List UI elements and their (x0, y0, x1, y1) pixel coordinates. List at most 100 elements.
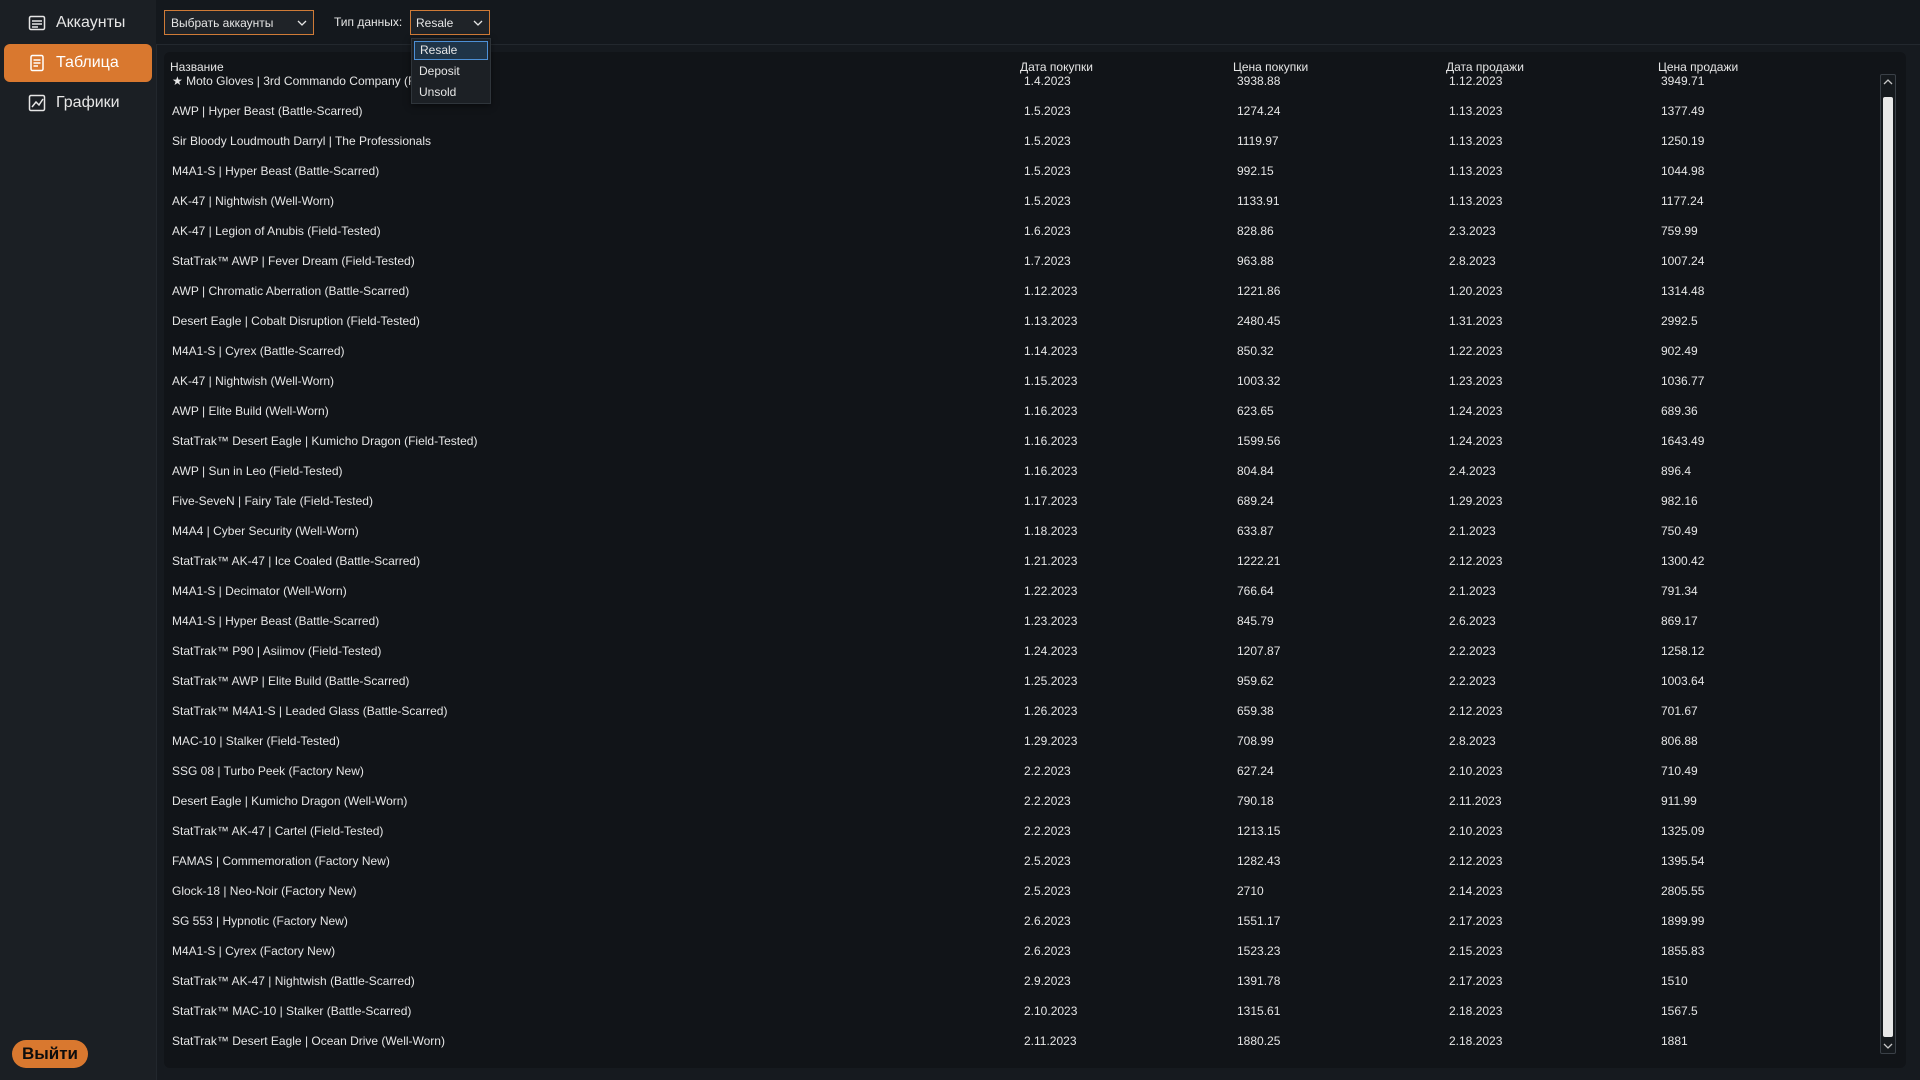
table-row[interactable]: FAMAS | Commemoration (Factory New) 2.5.2… (164, 854, 1864, 884)
data-type-select[interactable]: Resale (410, 10, 490, 35)
cell-sell-date: 1.24.2023 (1449, 434, 1503, 448)
cell-sell-date: 2.18.2023 (1449, 1034, 1503, 1048)
cell-sell-date: 1.22.2023 (1449, 344, 1503, 358)
table-row[interactable]: Desert Eagle | Cobalt Disruption (Field-… (164, 314, 1864, 344)
cell-sell-date: 1.12.2023 (1449, 74, 1503, 88)
cell-buy-date: 1.17.2023 (1024, 494, 1078, 508)
column-header-buy-price[interactable]: Цена покупки (1233, 60, 1308, 74)
account-select[interactable]: Выбрать аккаунты (164, 10, 314, 35)
cell-sell-date: 1.20.2023 (1449, 284, 1503, 298)
cell-name: AWP | Chromatic Aberration (Battle-Scarr… (172, 284, 410, 298)
scroll-down-arrow-icon[interactable] (1881, 1039, 1895, 1053)
cell-sell-price: 3949.71 (1661, 74, 1705, 88)
vertical-scrollbar[interactable] (1880, 74, 1896, 1054)
table-row[interactable]: StatTrak™ AK-47 | Nightwish (Battle-Scar… (164, 974, 1864, 1004)
table-row[interactable]: M4A1-S | Cyrex (Factory New) 2.6.2023 1523… (164, 944, 1864, 974)
cell-buy-date: 1.16.2023 (1024, 464, 1078, 478)
cell-buy-date: 2.5.2023 (1024, 884, 1071, 898)
cell-name: StatTrak™ P90 | Asiimov (Field-Tested) (172, 644, 382, 658)
table-row[interactable]: AK-47 | Nightwish (Well-Worn) 1.15.2023 10… (164, 374, 1864, 404)
table-row[interactable]: AWP | Chromatic Aberration (Battle-Scarr… (164, 284, 1864, 314)
table-row[interactable]: SG 553 | Hypnotic (Factory New) 2.6.2023 1… (164, 914, 1864, 944)
dropdown-option-resale[interactable]: Resale (414, 41, 488, 60)
table-row[interactable]: StatTrak™ M4A1-S | Leaded Glass (Battle-… (164, 704, 1864, 734)
table-row[interactable]: StatTrak™ AWP | Elite Build (Battle-Scar… (164, 674, 1864, 704)
table-row[interactable]: M4A1-S | Decimator (Well-Worn) 1.22.2023 7… (164, 584, 1864, 614)
cell-sell-date: 2.12.2023 (1449, 704, 1503, 718)
cell-sell-price: 701.67 (1661, 704, 1698, 718)
column-header-sell-price[interactable]: Цена продажи (1658, 60, 1738, 74)
scroll-up-arrow-icon[interactable] (1881, 75, 1895, 89)
table-row[interactable]: Glock-18 | Neo-Noir (Factory New) 2.5.202… (164, 884, 1864, 914)
table-row[interactable]: M4A1-S | Hyper Beast (Battle-Scarred) 1.2… (164, 614, 1864, 644)
cell-name: StatTrak™ M4A1-S | Leaded Glass (Battle-… (172, 704, 448, 718)
table-row[interactable]: M4A1-S | Cyrex (Battle-Scarred) 1.14.2023… (164, 344, 1864, 374)
table-row[interactable]: StatTrak™ AWP | Fever Dream (Field-Teste… (164, 254, 1864, 284)
cell-sell-price: 1395.54 (1661, 854, 1705, 868)
cell-sell-date: 1.13.2023 (1449, 194, 1503, 208)
dropdown-option-unsold[interactable]: Unsold (414, 83, 488, 102)
sidebar-item-charts[interactable]: Графики (4, 84, 152, 122)
table-row[interactable]: M4A1-S | Hyper Beast (Battle-Scarred) 1.5… (164, 164, 1864, 194)
column-header-name[interactable]: Название (170, 60, 224, 74)
table-row[interactable]: AWP | Sun in Leo (Field-Tested) 1.16.2023… (164, 464, 1864, 494)
column-header-buy-date[interactable]: Дата покупки (1020, 60, 1093, 74)
cell-buy-date: 1.5.2023 (1024, 134, 1071, 148)
column-header-sell-date[interactable]: Дата продажи (1446, 60, 1524, 74)
scrollbar-thumb[interactable] (1883, 97, 1893, 1037)
table-row[interactable]: Five-SeveN | Fairy Tale (Field-Tested) 1.… (164, 494, 1864, 524)
cell-sell-date: 2.1.2023 (1449, 524, 1496, 538)
cell-sell-date: 2.2.2023 (1449, 644, 1496, 658)
cell-buy-price: 659.38 (1237, 704, 1274, 718)
cell-buy-price: 992.15 (1237, 164, 1274, 178)
table-row[interactable]: StatTrak™ Desert Eagle | Kumicho Dragon … (164, 434, 1864, 464)
cell-name: M4A1-S | Hyper Beast (Battle-Scarred) (172, 614, 380, 628)
cell-buy-price: 790.18 (1237, 794, 1274, 808)
cell-buy-price: 2710 (1237, 884, 1264, 898)
cell-sell-date: 2.10.2023 (1449, 824, 1503, 838)
chevron-down-icon (297, 17, 307, 27)
table-row[interactable]: StatTrak™ Desert Eagle | Ocean Drive (We… (164, 1034, 1864, 1064)
table-row[interactable]: Desert Eagle | Kumicho Dragon (Well-Worn… (164, 794, 1864, 824)
cell-buy-date: 2.6.2023 (1024, 944, 1071, 958)
cell-buy-price: 1213.15 (1237, 824, 1281, 838)
chart-icon (28, 94, 46, 112)
table-row[interactable]: AK-47 | Nightwish (Well-Worn) 1.5.2023 113… (164, 194, 1864, 224)
cell-buy-date: 1.13.2023 (1024, 314, 1078, 328)
cell-buy-price: 1274.24 (1237, 104, 1281, 118)
cell-buy-date: 2.9.2023 (1024, 974, 1071, 988)
cell-buy-price: 1391.78 (1237, 974, 1281, 988)
cell-name: M4A4 | Cyber Security (Well-Worn) (172, 524, 359, 538)
cell-sell-price: 896.4 (1661, 464, 1692, 478)
cell-sell-date: 2.11.2023 (1449, 794, 1502, 808)
sidebar-item-table[interactable]: Таблица (4, 44, 152, 82)
cell-sell-price: 759.99 (1661, 224, 1698, 238)
cell-buy-date: 1.22.2023 (1024, 584, 1078, 598)
cell-buy-price: 623.65 (1237, 404, 1274, 418)
table-row[interactable]: Sir Bloody Loudmouth Darryl | The Profes… (164, 134, 1864, 164)
cell-buy-date: 2.6.2023 (1024, 914, 1071, 928)
sidebar-item-accounts[interactable]: Аккаунты (4, 4, 152, 42)
table-row[interactable]: AWP | Elite Build (Well-Worn) 1.16.2023 62… (164, 404, 1864, 434)
dropdown-option-deposit[interactable]: Deposit (414, 62, 488, 81)
cell-buy-price: 708.99 (1237, 734, 1274, 748)
cell-buy-price: 845.79 (1237, 614, 1274, 628)
table-row[interactable]: SSG 08 | Turbo Peek (Factory New) 2.2.202… (164, 764, 1864, 794)
cell-buy-date: 1.18.2023 (1024, 524, 1078, 538)
table-row[interactable]: StatTrak™ AK-47 | Cartel (Field-Tested) 2… (164, 824, 1864, 854)
cell-sell-date: 2.10.2023 (1449, 764, 1503, 778)
cell-buy-date: 1.6.2023 (1024, 224, 1071, 238)
table-row[interactable]: StatTrak™ P90 | Asiimov (Field-Tested) 1.… (164, 644, 1864, 674)
table-row[interactable]: StatTrak™ AK-47 | Ice Coaled (Battle-Sca… (164, 554, 1864, 584)
cell-buy-date: 1.5.2023 (1024, 104, 1071, 118)
cell-sell-price: 1325.09 (1661, 824, 1705, 838)
table-row[interactable]: AK-47 | Legion of Anubis (Field-Tested) 1… (164, 224, 1864, 254)
logout-button[interactable]: Выйти (12, 1040, 88, 1068)
table-row[interactable]: M4A4 | Cyber Security (Well-Worn) 1.18.20… (164, 524, 1864, 554)
table-row[interactable]: MAC-10 | Stalker (Field-Tested) 1.29.2023… (164, 734, 1864, 764)
cell-sell-price: 1855.83 (1661, 944, 1705, 958)
table-row[interactable]: StatTrak™ MAC-10 | Stalker (Battle-Scarr… (164, 1004, 1864, 1034)
table-row[interactable]: AWP | Hyper Beast (Battle-Scarred) 1.5.20… (164, 104, 1864, 134)
cell-buy-price: 627.24 (1237, 764, 1274, 778)
cell-buy-price: 633.87 (1237, 524, 1274, 538)
